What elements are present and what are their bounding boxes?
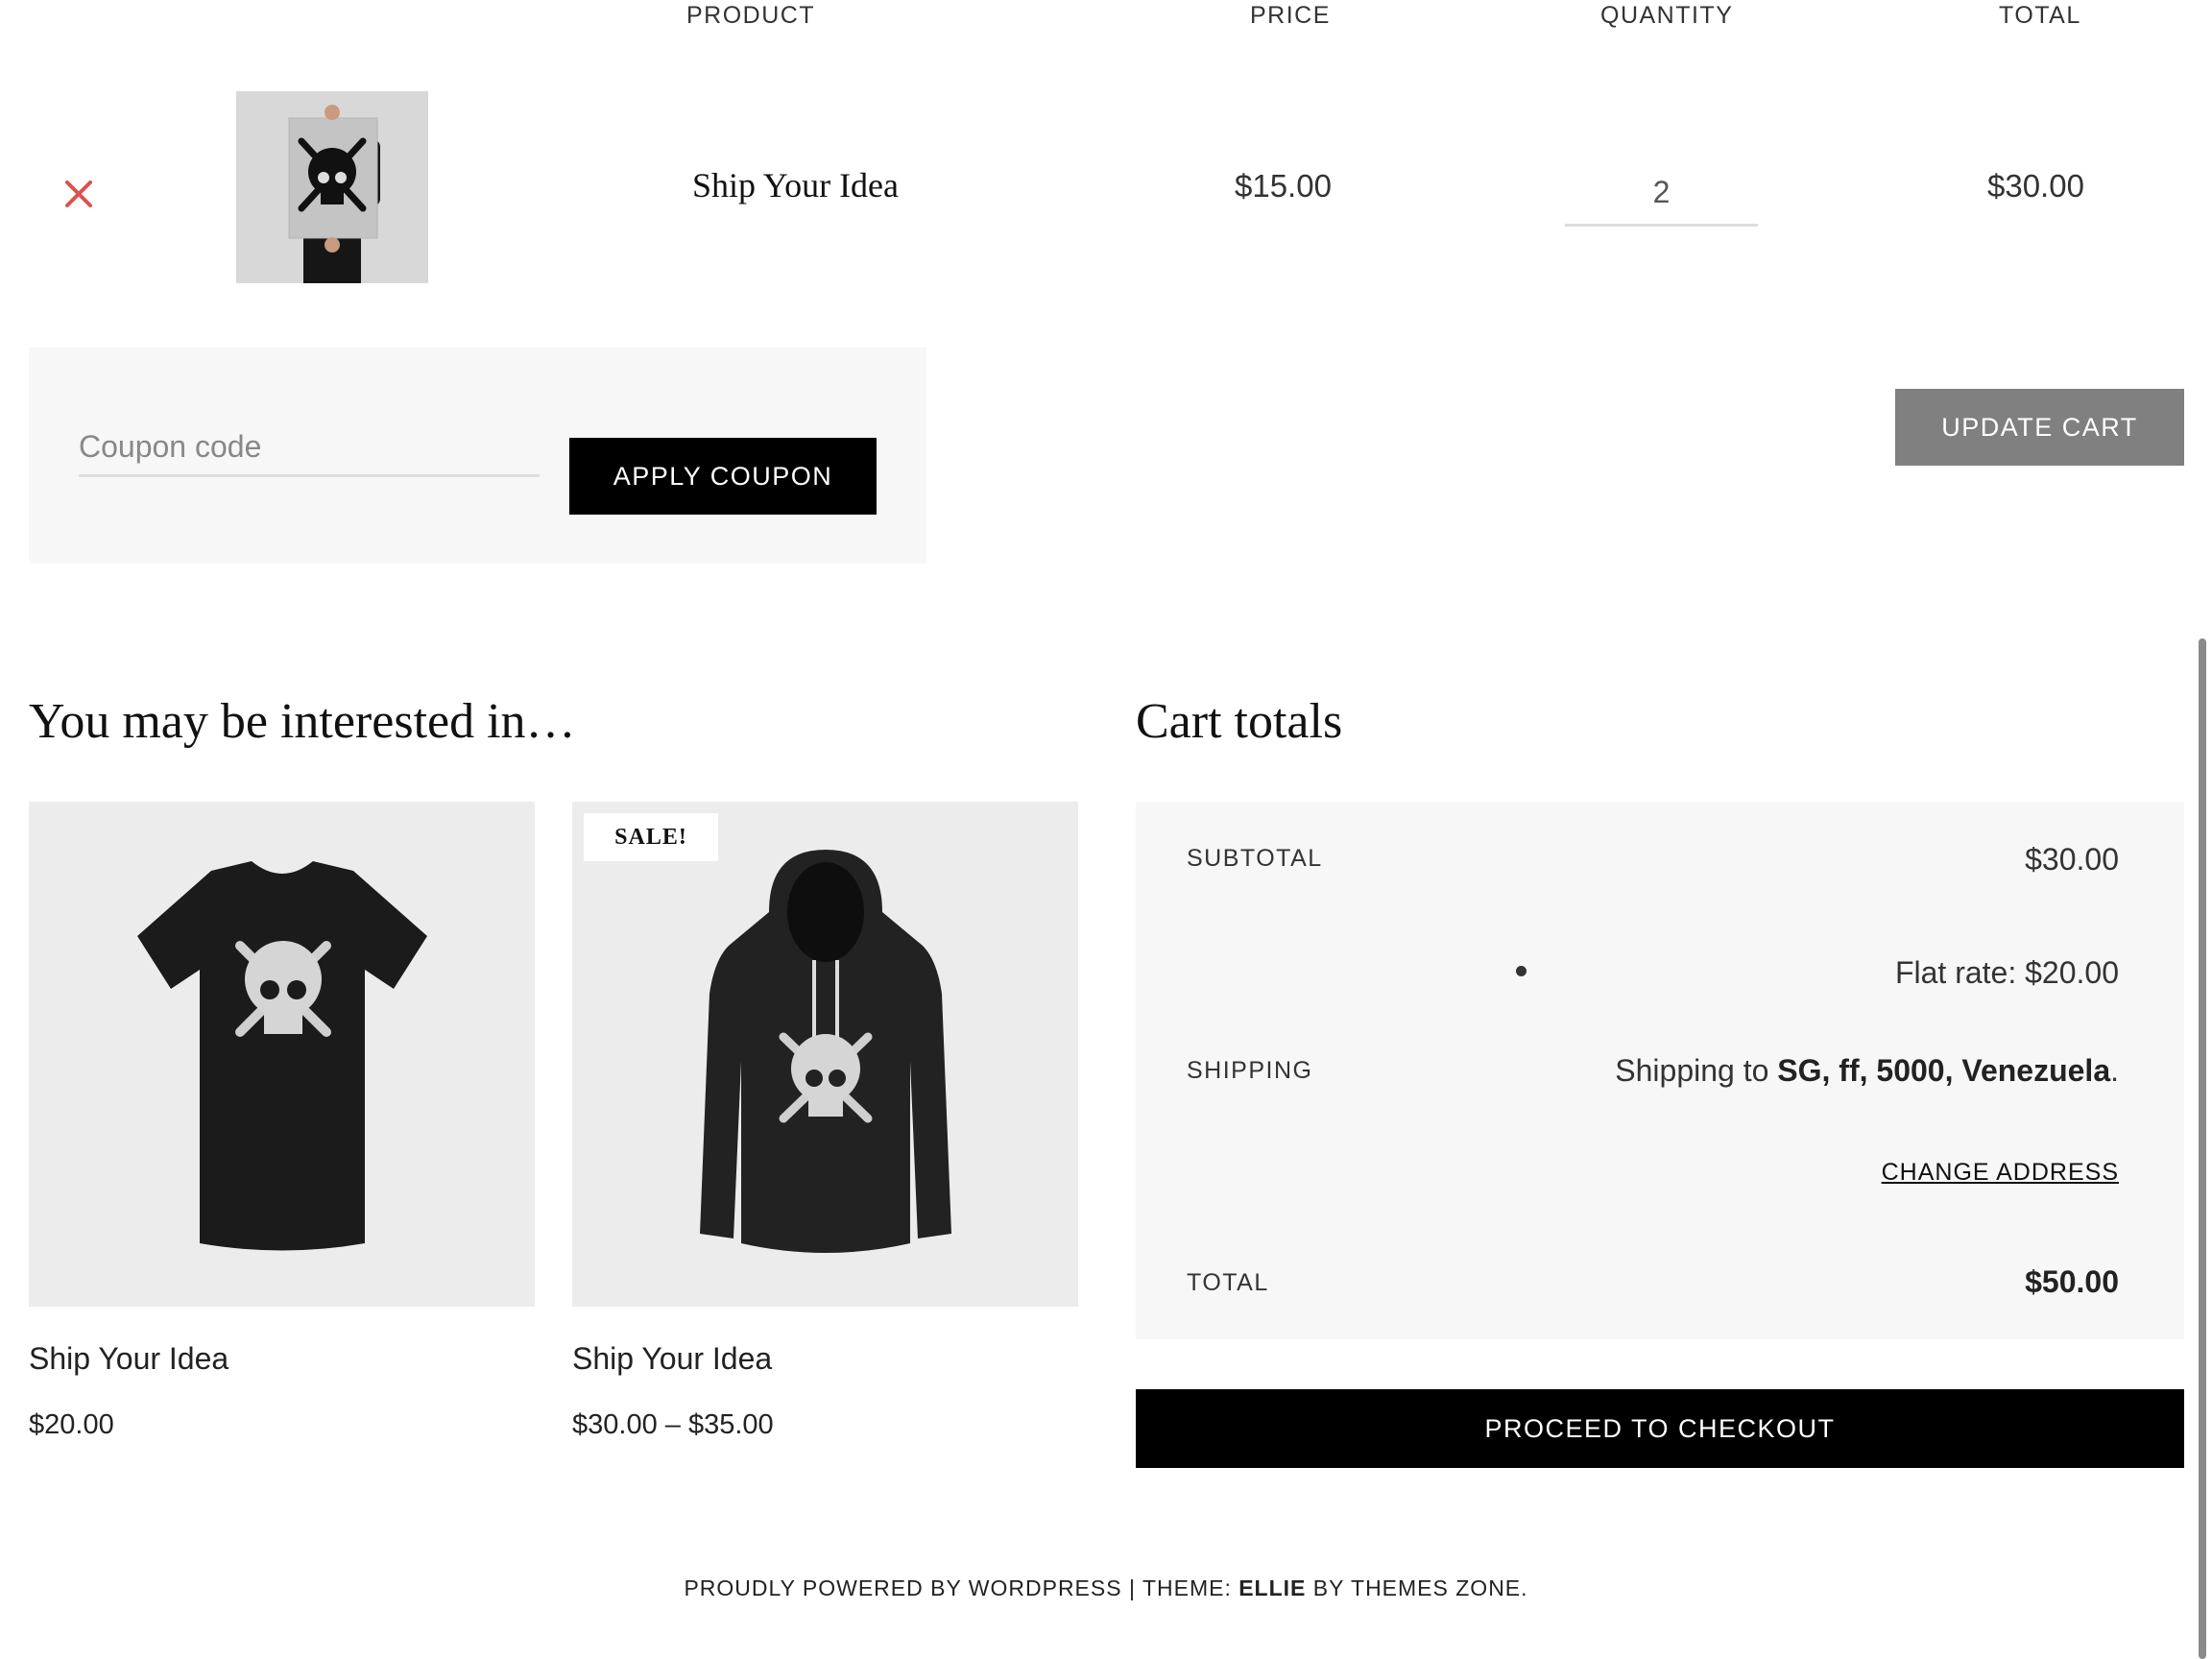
theme-prefix: THEME: — [1142, 1575, 1232, 1600]
header-quantity: QUANTITY — [1600, 2, 1734, 29]
cross-sells-heading: You may be interested in… — [29, 694, 576, 749]
product-card-image-hoodie[interactable]: SALE! — [572, 802, 1078, 1307]
coupon-panel: APPLY COUPON — [29, 348, 926, 564]
footer-separator: | — [1128, 1575, 1136, 1600]
header-price: PRICE — [1250, 2, 1331, 29]
product-thumbnail[interactable] — [236, 91, 428, 283]
shipping-label: SHIPPING — [1187, 1057, 1313, 1084]
update-cart-button[interactable]: UPDATE CART — [1895, 389, 2184, 466]
shipping-to-suffix: . — [2110, 1053, 2119, 1088]
shipping-destination: Shipping to SG, ff, 5000, Venezuela. — [1615, 1053, 2119, 1089]
product-card-title[interactable]: Ship Your Idea — [572, 1341, 772, 1377]
tshirt-image — [29, 802, 535, 1307]
product-card-price: $20.00 — [29, 1409, 114, 1440]
poster-image — [236, 91, 428, 283]
sale-badge: SALE! — [584, 813, 718, 861]
header-product: PRODUCT — [686, 2, 816, 29]
total-value: $50.00 — [2025, 1264, 2119, 1299]
site-footer: PROUDLY POWERED BY WORDPRESS | THEME: EL… — [0, 1575, 2212, 1601]
cart-product-name[interactable]: Ship Your Idea — [692, 165, 899, 205]
powered-by-link[interactable]: PROUDLY POWERED BY WORDPRESS — [684, 1575, 1121, 1600]
shipping-method-radio[interactable] — [1516, 966, 1527, 976]
quantity-input[interactable] — [1565, 161, 1758, 227]
header-total: TOTAL — [1999, 2, 2081, 29]
change-address-link[interactable]: CHANGE ADDRESS — [1882, 1159, 2119, 1187]
cart-page: PRODUCT PRICE QUANTITY TOTAL Ship Your I… — [0, 0, 2212, 1659]
product-card-title[interactable]: Ship Your Idea — [29, 1341, 228, 1377]
theme-author-link[interactable]: BY THEMES ZONE. — [1313, 1575, 1528, 1600]
scrollbar-thumb[interactable] — [2199, 638, 2206, 1659]
product-card-price: $30.00 – $35.00 — [572, 1409, 774, 1440]
cart-totals-panel: SUBTOTAL $30.00 Flat rate: $20.00 SHIPPI… — [1136, 802, 2184, 1339]
subtotal-value: $30.00 — [2025, 842, 2119, 877]
coupon-code-input[interactable] — [79, 420, 540, 477]
shipping-address: SG, ff, 5000, Venezuela — [1777, 1053, 2111, 1088]
hoodie-image — [572, 802, 1078, 1307]
cart-totals-heading: Cart totals — [1136, 694, 1343, 749]
theme-name: ELLIE — [1238, 1575, 1307, 1600]
cart-product-subtotal: $30.00 — [1987, 168, 2084, 204]
proceed-to-checkout-button[interactable]: PROCEED TO CHECKOUT — [1136, 1389, 2184, 1468]
apply-coupon-button[interactable]: APPLY COUPON — [569, 438, 877, 515]
product-card-image-tshirt[interactable] — [29, 802, 535, 1307]
flat-rate-label: Flat rate: $20.00 — [1894, 955, 2119, 990]
total-label: TOTAL — [1187, 1269, 1269, 1296]
cart-product-price: $15.00 — [1235, 168, 1332, 204]
subtotal-label: SUBTOTAL — [1187, 845, 1323, 872]
remove-item-icon[interactable] — [60, 175, 98, 213]
shipping-to-prefix: Shipping to — [1615, 1053, 1769, 1088]
